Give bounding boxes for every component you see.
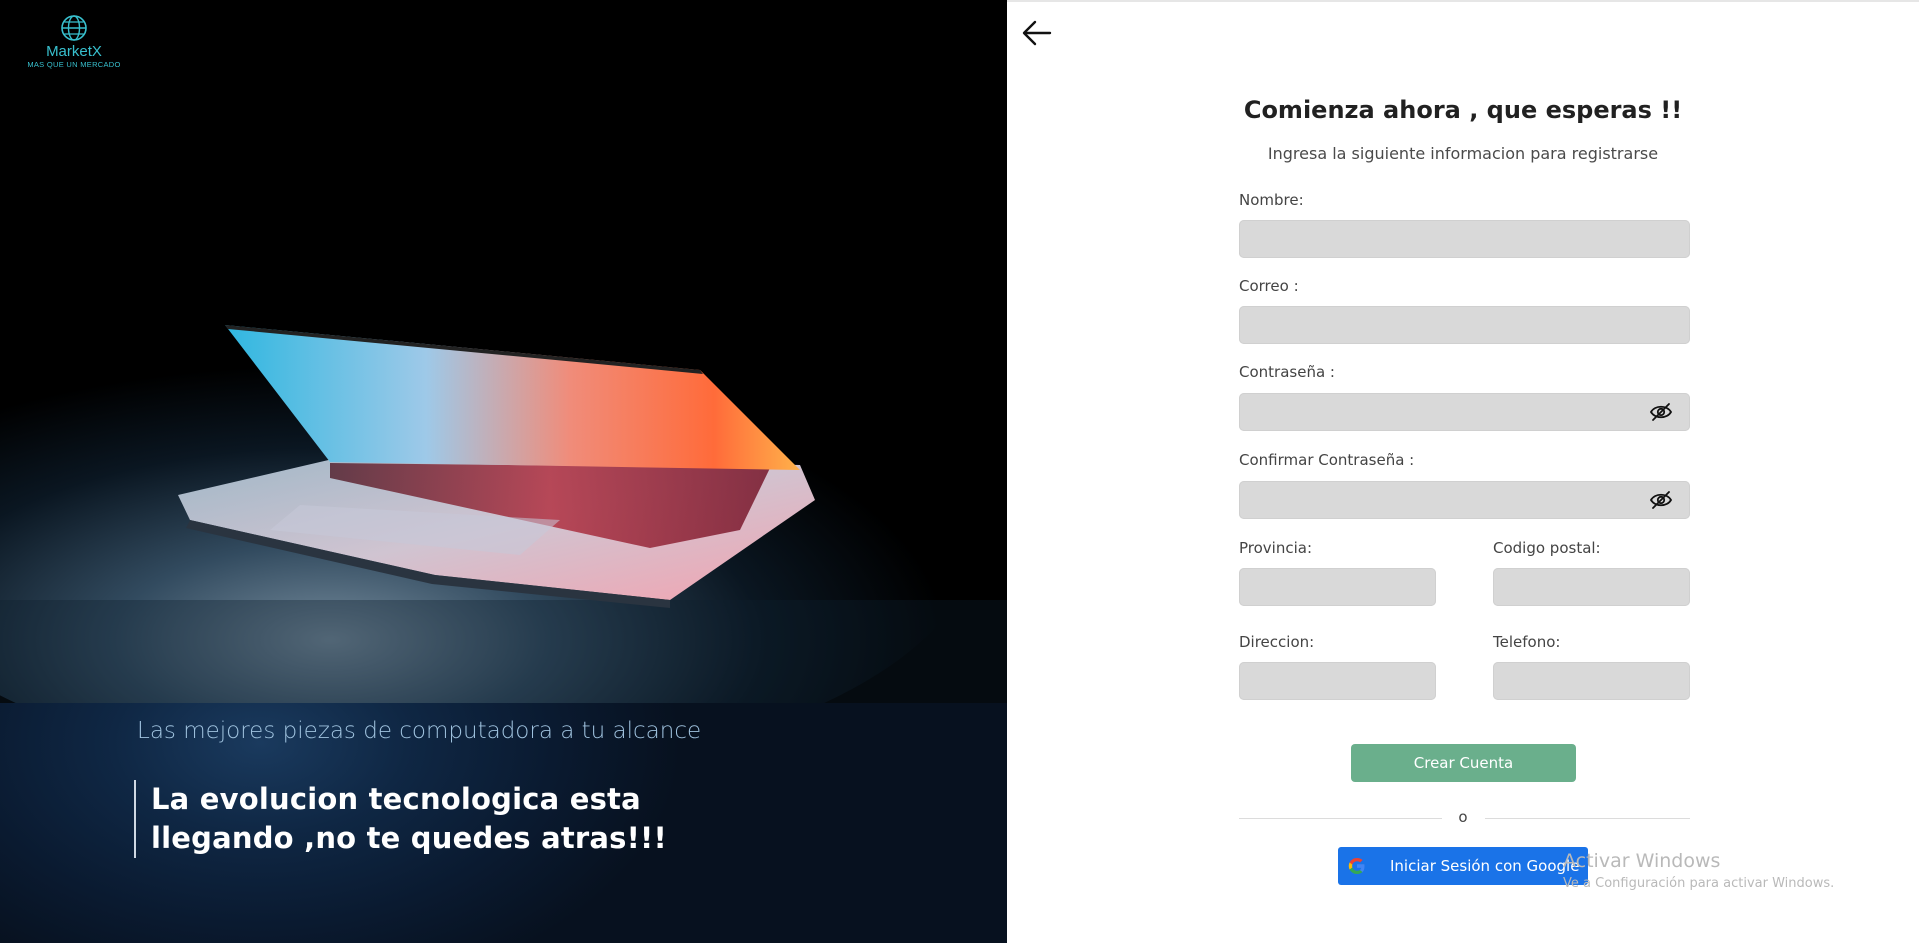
confirmar-input[interactable] <box>1239 481 1690 519</box>
divider-text: o <box>1458 808 1468 826</box>
eye-slash-icon <box>1649 403 1673 421</box>
correo-label: Correo : <box>1239 277 1299 295</box>
google-g-icon <box>1348 858 1365 874</box>
brand-name: MarketX <box>46 43 102 60</box>
contrasena-label: Contraseña : <box>1239 363 1335 381</box>
codigo-postal-label: Codigo postal: <box>1493 539 1601 557</box>
direccion-label: Direccion: <box>1239 633 1315 651</box>
windows-activation-watermark: Activar Windows Ve a Configuración para … <box>1563 850 1834 891</box>
correo-input[interactable] <box>1239 306 1690 344</box>
hero-quote-line-1: La evolucion tecnologica esta <box>151 782 641 816</box>
hero-quote: La evolucion tecnologica esta llegando ,… <box>134 780 694 858</box>
marketx-logo[interactable]: MarketX MAS QUE UN MERCADO <box>22 14 126 70</box>
hero-panel: MarketX MAS QUE UN MERCADO Las mejores p… <box>0 0 1007 943</box>
laptop-dark-photo <box>0 0 1007 703</box>
toggle-password-visibility[interactable] <box>1649 400 1673 424</box>
confirmar-label: Confirmar Contraseña : <box>1239 451 1415 469</box>
hero-subtitle: Las mejores piezas de computadora a tu a… <box>137 718 702 744</box>
back-button[interactable] <box>1020 16 1054 50</box>
google-signin-label: Iniciar Sesión con Google <box>1390 857 1580 875</box>
telefono-label: Telefono: <box>1493 633 1561 651</box>
form-title: Comienza ahora , que esperas !! <box>1243 96 1683 124</box>
globe-icon <box>61 15 87 41</box>
divider-right <box>1485 818 1690 819</box>
codigo-postal-input[interactable] <box>1493 568 1690 606</box>
google-signin-button[interactable]: Iniciar Sesión con Google <box>1338 847 1588 885</box>
google-icon-box <box>1340 849 1374 883</box>
brand-tagline: MAS QUE UN MERCADO <box>27 60 121 69</box>
watermark-title: Activar Windows <box>1563 850 1721 872</box>
contrasena-input[interactable] <box>1239 393 1690 431</box>
arrow-left-icon <box>1022 20 1052 46</box>
hero-quote-line-2: llegando ,no te quedes atras!!! <box>151 821 667 855</box>
register-panel <box>1007 0 1919 943</box>
create-account-button[interactable]: Crear Cuenta <box>1351 744 1576 782</box>
form-subtitle: Ingresa la siguiente informacion para re… <box>1267 144 1659 163</box>
telefono-input[interactable] <box>1493 662 1690 700</box>
eye-slash-icon <box>1649 491 1673 509</box>
provincia-label: Provincia: <box>1239 539 1313 557</box>
divider-left <box>1239 818 1442 819</box>
nombre-input[interactable] <box>1239 220 1690 258</box>
nombre-label: Nombre: <box>1239 191 1304 209</box>
provincia-input[interactable] <box>1239 568 1436 606</box>
direccion-input[interactable] <box>1239 662 1436 700</box>
toggle-confirm-visibility[interactable] <box>1649 488 1673 512</box>
watermark-subtitle: Ve a Configuración para activar Windows. <box>1563 876 1835 891</box>
